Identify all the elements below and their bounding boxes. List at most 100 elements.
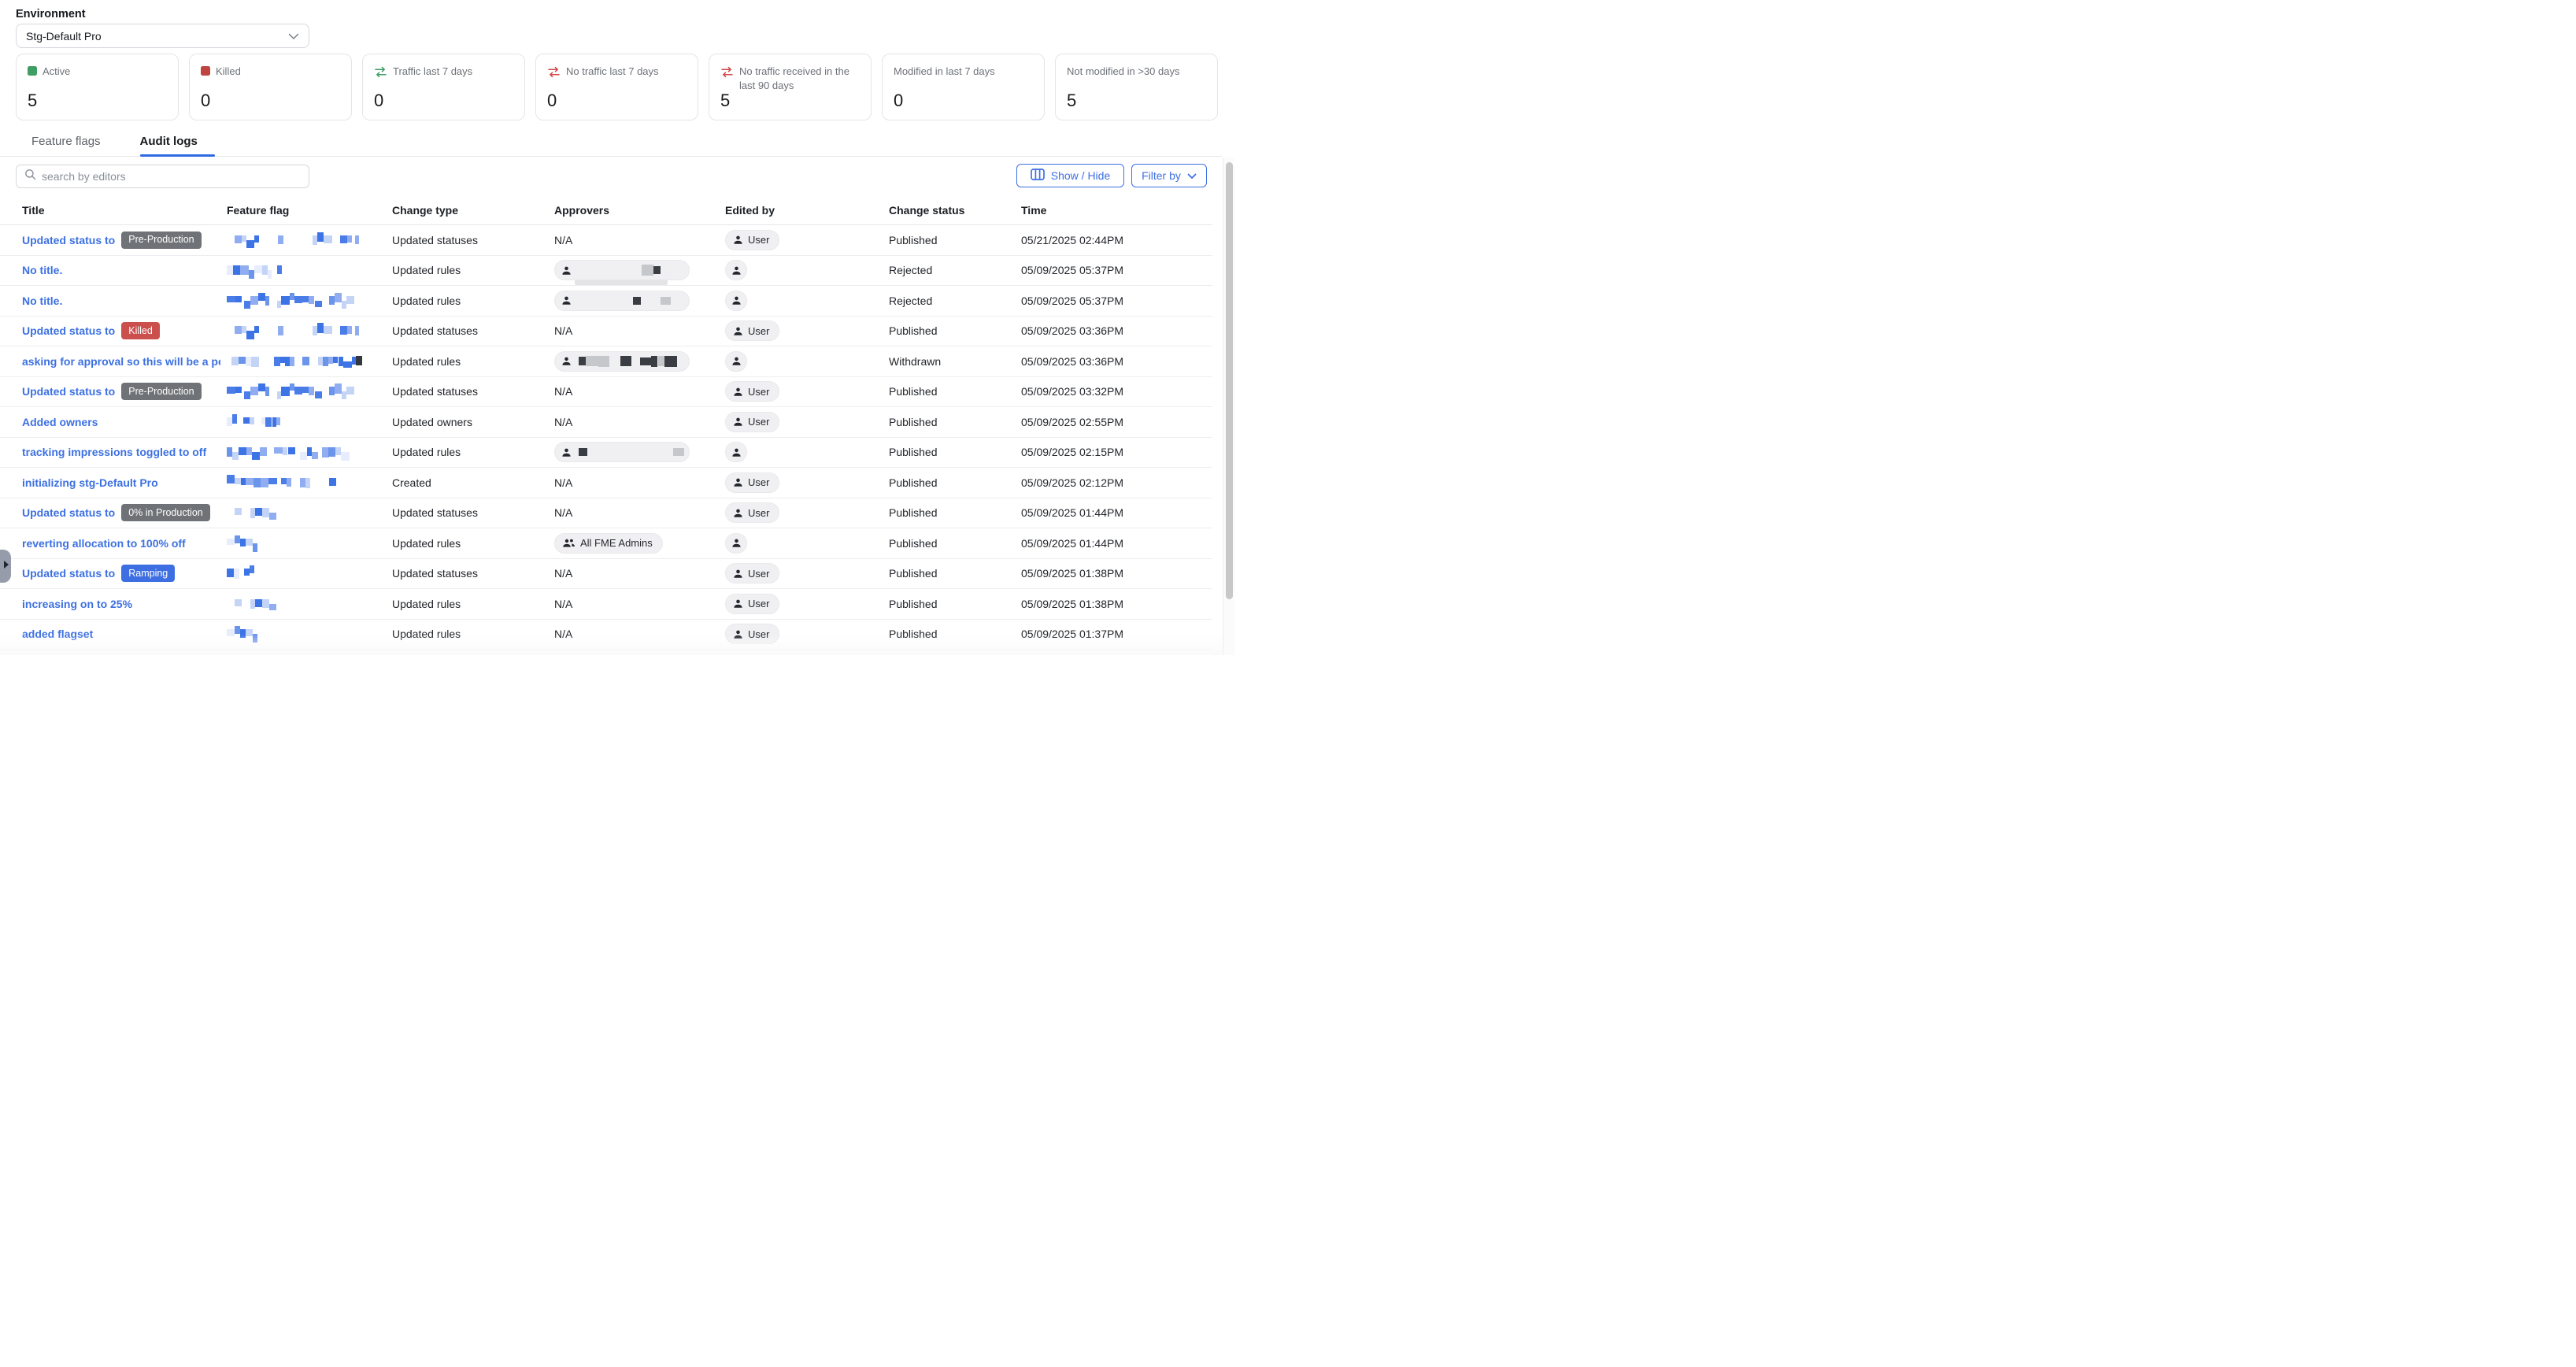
column-header-change-status: Change status [889,195,964,224]
column-header-edited-by: Edited by [725,195,775,224]
table-row: initializing stg-Default ProCreatedN/AUs… [0,468,1212,498]
cell-change-status: Withdrawn [889,346,941,376]
audit-entry-link[interactable]: Updated status to [22,567,115,580]
cell-time: 05/09/2025 01:44PM [1021,498,1123,528]
feature-flag-redacted [227,412,283,432]
redacted-block [633,297,641,305]
redacted-block [651,356,657,367]
redacted-pixel [255,599,262,607]
cell-edited-by: User [725,225,779,255]
status-badge: Pre-Production [121,383,201,400]
cell-change-status: Published [889,498,938,528]
audit-entry-link[interactable]: increasing on to 25% [22,598,132,610]
person-icon [731,356,742,366]
person-icon [731,447,742,458]
stat-card-value: 0 [201,91,210,111]
edited-by-user-pill: User [725,320,779,341]
cell-time: 05/09/2025 05:37PM [1021,256,1123,286]
columns-icon [1031,169,1045,183]
cell-approvers [554,256,690,286]
audit-entry-link[interactable]: tracking impressions toggled to off [22,446,206,458]
audit-entry-link[interactable]: asking for approval so this will be a pe [22,355,220,368]
cell-approvers: N/A [554,317,572,346]
environment-select[interactable]: Stg-Default Pro [16,24,309,48]
stat-card-label-row: Killed [201,65,340,79]
cell-time: 05/09/2025 03:36PM [1021,317,1123,346]
audit-entry-link[interactable]: reverting allocation to 100% off [22,537,186,550]
redacted-pixel [324,235,332,243]
cell-edited-by: User [725,468,779,498]
audit-entry-link[interactable]: Updated status to [22,234,115,246]
approvers-na: N/A [554,416,572,428]
redacted-pixel [276,417,280,426]
cell-edited-by [725,286,747,316]
redacted-pixel [300,452,307,459]
person-icon [561,447,572,458]
audit-entry-link[interactable]: Updated status to [22,385,115,398]
traffic-red-icon [547,66,561,78]
stat-card-label-row: Active [28,65,167,79]
cell-time: 05/09/2025 02:12PM [1021,468,1123,498]
redacted-pixel [240,539,246,547]
table-row: reverting allocation to 100% offUpdated … [0,528,1212,559]
search-box[interactable] [16,165,309,188]
cell-feature-flag [227,225,359,255]
tab-label: Feature flags [31,135,101,148]
approvers-na: N/A [554,567,572,580]
chevron-blue-icon [1187,173,1197,180]
column-header-approvers: Approvers [554,195,609,224]
cell-edited-by [725,346,747,376]
square-red-icon [201,66,210,76]
redacted-pixel [324,326,332,334]
cell-title: initializing stg-Default Pro [22,468,220,498]
chevron-gray-icon [288,33,299,40]
redacted-pixel [235,296,242,302]
show-hide-button[interactable]: Show / Hide [1016,164,1124,187]
tab-feature-flags[interactable]: Feature flags [31,126,101,156]
redacted-pixel [288,447,295,454]
redacted-block [664,356,677,367]
redacted-pixel [335,293,342,302]
stat-card: Active 5 [16,54,179,120]
redacted-pixel [300,478,305,487]
column-header-feature-flag: Feature flag [227,195,289,224]
search-input[interactable] [42,170,301,183]
cell-change-type: Updated rules [392,286,461,316]
feature-flag-redacted [227,563,256,583]
cell-edited-by: User [725,498,779,528]
stat-card-label-row: No traffic received in the last 90 days [720,65,860,93]
person-icon [733,417,743,427]
expand-panel-handle[interactable] [0,550,11,583]
cell-change-status: Rejected [889,256,932,286]
redacted-pixel [335,447,342,455]
audit-entry-link[interactable]: No title. [22,264,62,276]
scrollbar-thumb[interactable] [1226,162,1233,599]
cell-title: tracking impressions toggled to off [22,438,220,468]
redacted-pixel [317,232,324,243]
cell-feature-flag [227,528,268,558]
cell-change-type: Updated rules [392,589,461,619]
stat-card-label-row: Modified in last 7 days [894,65,1033,79]
audit-entry-link[interactable]: Updated status to [22,506,115,519]
audit-entry-link[interactable]: No title. [22,295,62,307]
tabs-bar: Feature flags Audit logs [0,126,1222,157]
redacted-pixel [227,475,235,483]
audit-entry-link[interactable]: Updated status to [22,324,115,337]
chevron-down-icon [288,30,299,43]
scrollbar-track[interactable] [1223,157,1234,655]
table-row: asking for approval so this will be a pe… [0,346,1212,377]
redacted-pixel [346,387,355,395]
cell-approvers: N/A [554,589,572,619]
status-badge: Killed [121,322,160,339]
audit-entry-link[interactable]: Added owners [22,416,98,428]
tab-audit-logs[interactable]: Audit logs [140,126,215,156]
filter-by-button[interactable]: Filter by [1131,164,1207,187]
audit-entry-link[interactable]: added flagset [22,628,93,640]
stat-card-label-row: Traffic last 7 days [374,65,513,79]
approvers-na: N/A [554,234,572,246]
stat-card-label: No traffic received in the last 90 days [739,65,860,93]
stat-card-value: 5 [28,91,37,111]
stat-card-label: No traffic last 7 days [566,65,659,79]
audit-entry-link[interactable]: initializing stg-Default Pro [22,476,158,489]
cell-change-type: Updated statuses [392,317,478,346]
